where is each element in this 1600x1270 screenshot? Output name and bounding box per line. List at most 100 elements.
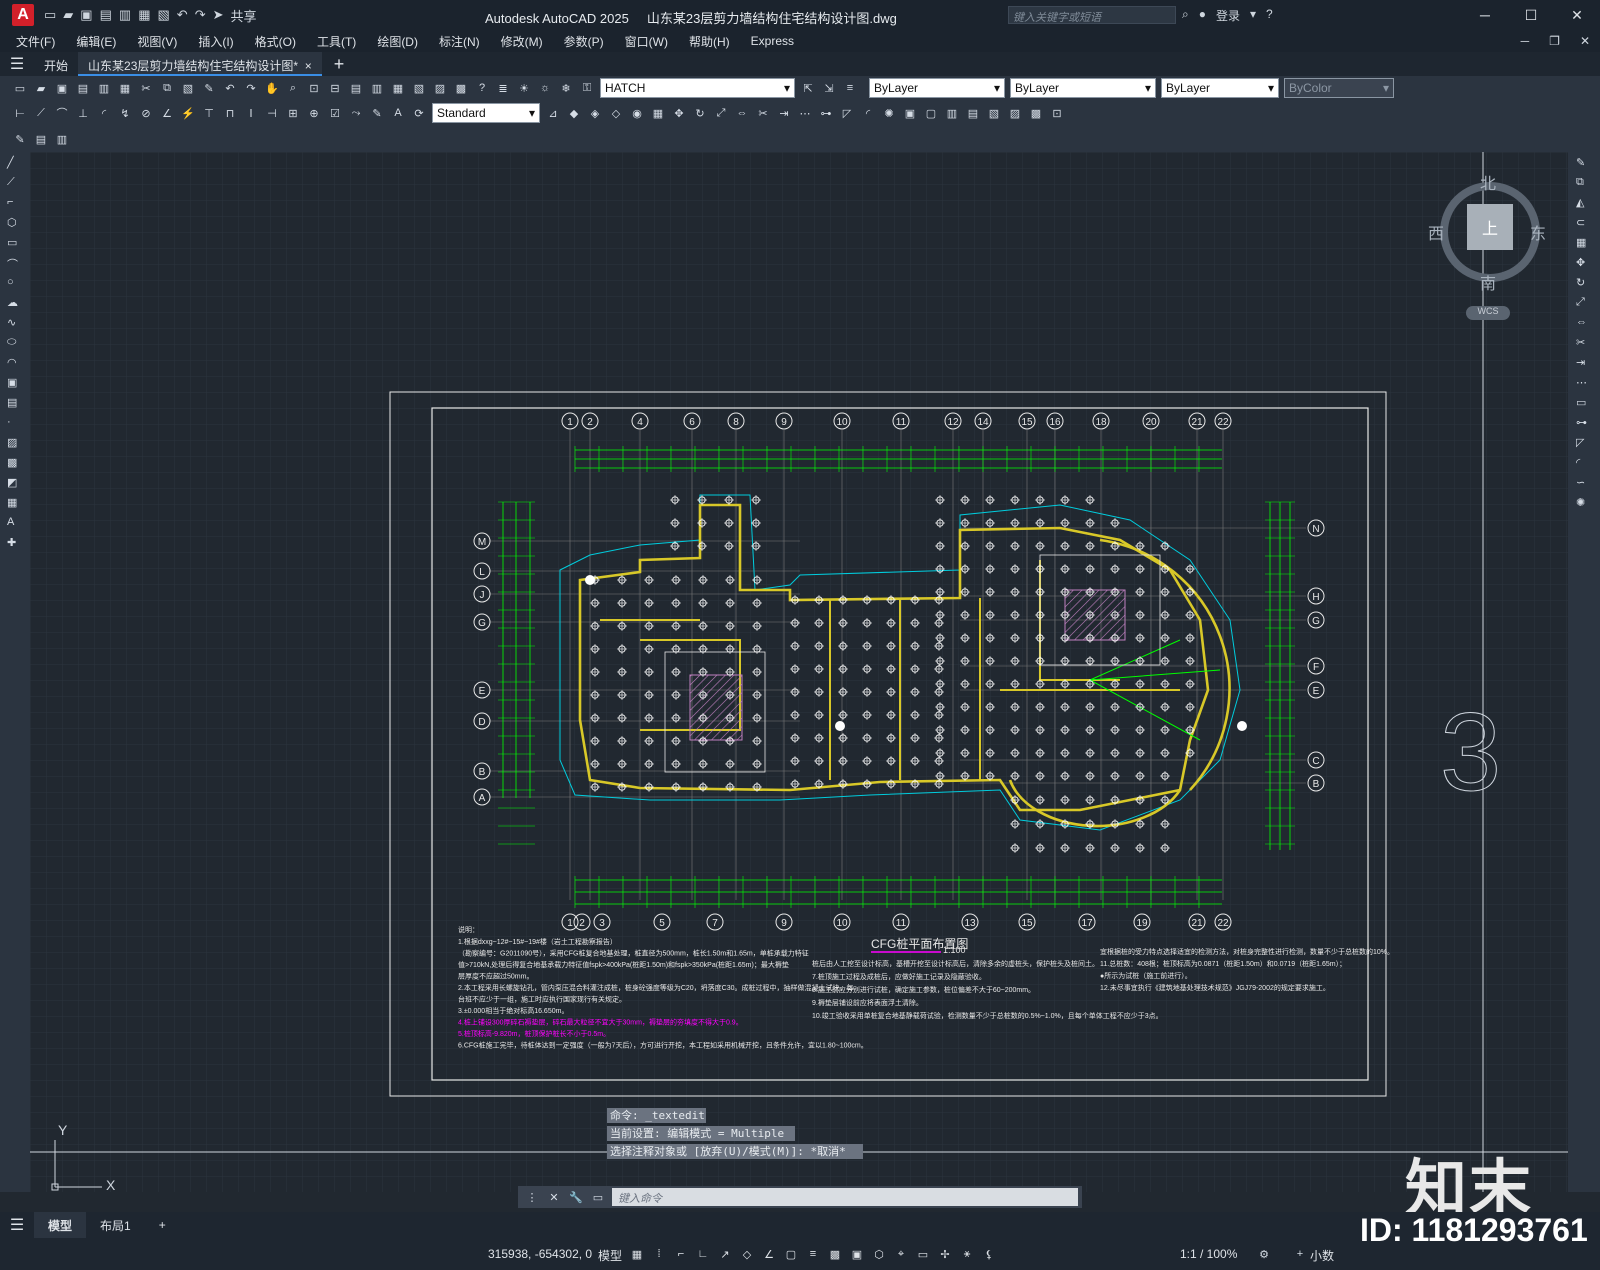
ordinate-icon[interactable]: ⊥	[75, 105, 91, 121]
help-icon[interactable]: ?	[1266, 7, 1273, 24]
extend-icon[interactable]: ⇥	[1576, 356, 1592, 372]
plot-icon[interactable]: ▦	[117, 80, 133, 96]
menu-edit[interactable]: 编辑(E)	[76, 33, 116, 50]
image-icon[interactable]: ▩	[1028, 105, 1044, 121]
compass-west[interactable]: 西	[1428, 220, 1444, 244]
compass-south[interactable]: 南	[1480, 270, 1496, 294]
center-mark-icon[interactable]: ⊕	[306, 105, 322, 121]
menu-window[interactable]: 窗口(W)	[625, 33, 668, 50]
aligned-dimension-icon[interactable]: ⟋	[33, 105, 49, 121]
copy-icon[interactable]: ⧉	[1576, 176, 1592, 192]
spline-icon[interactable]: ∿	[7, 316, 23, 332]
cut-icon[interactable]: ✂	[138, 80, 154, 96]
lightbulb-icon[interactable]: ☀	[516, 80, 532, 96]
break-at-point-icon[interactable]: ⋯	[1576, 376, 1592, 392]
viewcube[interactable]: 上 北 南 东 西 WCS	[1428, 174, 1547, 320]
menu-dimension[interactable]: 标注(N)	[439, 33, 480, 50]
design-center-icon[interactable]: ▥	[369, 80, 385, 96]
refclose-icon[interactable]: ▤	[33, 131, 49, 147]
dimension-edit-icon[interactable]: ✎	[369, 105, 385, 121]
infer-icon[interactable]: ⌐	[672, 1244, 690, 1264]
compass-east[interactable]: 东	[1530, 220, 1546, 244]
menu-modify[interactable]: 修改(M)	[501, 33, 543, 50]
refset-icon[interactable]: ▥	[54, 131, 70, 147]
tolerance-icon[interactable]: ⊞	[285, 105, 301, 121]
revcloud-icon[interactable]: ☁	[7, 296, 23, 312]
break-icon[interactable]: ▭	[1576, 396, 1592, 412]
angular-icon[interactable]: ∠	[159, 105, 175, 121]
undo-icon[interactable]: ↶	[177, 7, 188, 23]
preview-icon[interactable]: ▥	[96, 80, 112, 96]
tab-close-icon[interactable]: ×	[301, 59, 312, 73]
construction-line-icon[interactable]: ⟋	[7, 176, 23, 192]
ortho-icon[interactable]: ∟	[694, 1244, 712, 1264]
jogged-icon[interactable]: ↯	[117, 105, 133, 121]
gradient-icon[interactable]: ▩	[7, 456, 23, 472]
mirror-icon[interactable]: ◭	[1576, 196, 1592, 212]
tab-start[interactable]: 开始	[34, 52, 78, 76]
zoom-previous-icon[interactable]: ⊟	[327, 80, 343, 96]
menu-icon[interactable]: ☰	[0, 54, 34, 74]
open-icon[interactable]: ▰	[33, 80, 49, 96]
layout-menu-icon[interactable]: ☰	[0, 1215, 34, 1235]
calculator-icon[interactable]: ▩	[453, 80, 469, 96]
dimension-update-icon[interactable]: ⟳	[411, 105, 427, 121]
linetype-dropdown[interactable]: ByLayer ▾	[1010, 78, 1156, 98]
field-icon[interactable]: ⊡	[1049, 105, 1065, 121]
tab-active-drawing[interactable]: 山东某23层剪力墙结构住宅结构设计图* ×	[78, 52, 322, 76]
arc-length-icon[interactable]: ⌒	[54, 105, 70, 121]
sun-icon[interactable]: ☼	[537, 80, 553, 96]
ellipse-arc-icon[interactable]: ◠	[7, 356, 23, 372]
hatch-icon[interactable]: ▨	[7, 436, 23, 452]
stretch-icon[interactable]: ⇔	[1576, 316, 1592, 332]
dimension-space-icon[interactable]: Ⅰ	[243, 105, 259, 121]
selection-cycling-icon[interactable]: ▣	[848, 1244, 866, 1264]
customize-icon[interactable]: 🔧	[568, 1189, 584, 1205]
open-icon[interactable]: ▰	[63, 7, 73, 23]
plot-icon[interactable]: ▦	[138, 7, 150, 23]
object-snap-tracking-icon[interactable]: ∠	[760, 1244, 778, 1264]
continue-icon[interactable]: ⊓	[222, 105, 238, 121]
cursor-coordinates[interactable]: 315938, -654302, 0	[488, 1247, 592, 1261]
rotate-icon[interactable]: ↻	[692, 105, 708, 121]
diameter-icon[interactable]: ⊘	[138, 105, 154, 121]
layer-properties-icon[interactable]: ≣	[495, 80, 511, 96]
baseline-icon[interactable]: ⊤	[201, 105, 217, 121]
menu-draw[interactable]: 绘图(D)	[377, 33, 418, 50]
explode-icon[interactable]: ✺	[1576, 496, 1592, 512]
point-icon[interactable]: ·	[7, 416, 23, 432]
menu-file[interactable]: 文件(F)	[16, 33, 55, 50]
table-icon[interactable]: ▦	[7, 496, 23, 512]
fillet-icon[interactable]: ◜	[860, 105, 876, 121]
sheet-set-icon[interactable]: ▧	[411, 80, 427, 96]
radius-icon[interactable]: ◜	[96, 105, 112, 121]
undo-icon[interactable]: ↶	[222, 80, 238, 96]
circle-icon[interactable]: ○	[7, 276, 23, 292]
save-icon[interactable]: ▣	[54, 80, 70, 96]
offset-icon[interactable]: ⊂	[1576, 216, 1592, 232]
polar-icon[interactable]: ↗	[716, 1244, 734, 1264]
redo-icon[interactable]: ↷	[195, 7, 206, 23]
menu-help[interactable]: 帮助(H)	[689, 33, 730, 50]
markup-icon[interactable]: ▨	[432, 80, 448, 96]
offset-icon[interactable]: ◉	[629, 105, 645, 121]
insert-icon[interactable]: ▤	[965, 105, 981, 121]
annotation-scale[interactable]: 1:1 / 100%	[1180, 1247, 1237, 1261]
trim-icon[interactable]: ✂	[1576, 336, 1592, 352]
new-tab-icon[interactable]: +	[334, 54, 345, 75]
save-icon[interactable]: ▣	[80, 7, 92, 23]
blend-icon[interactable]: ∽	[1576, 476, 1592, 492]
share-label[interactable]: 共享	[231, 6, 257, 25]
refedit-icon[interactable]: ✎	[12, 131, 28, 147]
ungroup-icon[interactable]: ▢	[923, 105, 939, 121]
auto-scale-icon[interactable]: ⚸	[980, 1244, 998, 1264]
chamfer-icon[interactable]: ◸	[1576, 436, 1592, 452]
make-current-icon[interactable]: ⇱	[800, 80, 816, 96]
snap-icon[interactable]: ⁞	[650, 1244, 668, 1264]
grip-icon[interactable]: ⋮	[524, 1189, 540, 1205]
close-icon[interactable]: ✕	[546, 1189, 562, 1205]
gizmo-icon[interactable]: ✢	[936, 1244, 954, 1264]
join-icon[interactable]: ⊶	[1576, 416, 1592, 432]
dimension-text-edit-icon[interactable]: A	[390, 105, 406, 121]
redo-icon[interactable]: ↷	[243, 80, 259, 96]
